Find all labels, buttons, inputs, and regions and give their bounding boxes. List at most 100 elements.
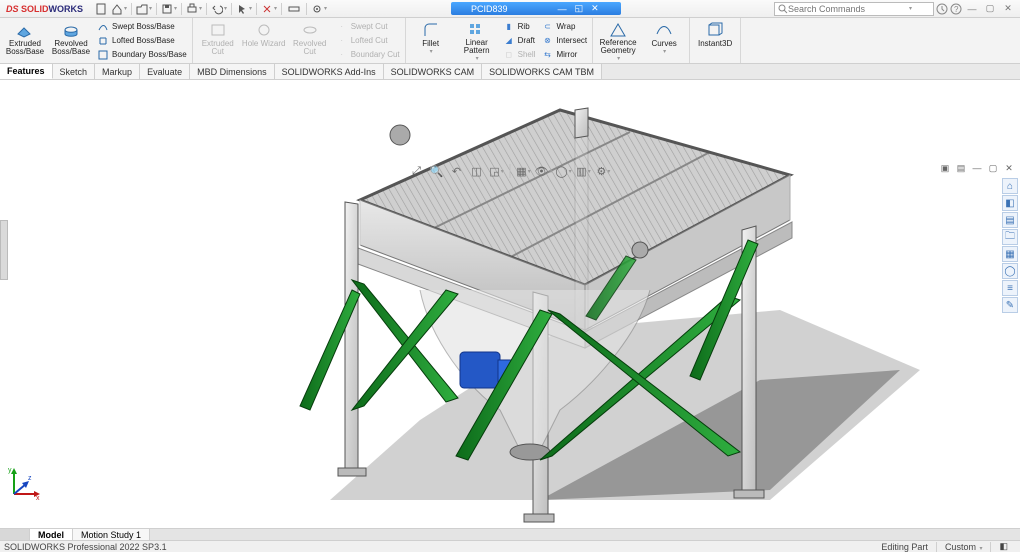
model-tabs: Model Motion Study 1 [0, 528, 1020, 540]
select-icon[interactable]: ▾ [236, 2, 252, 16]
boundary-cut-button[interactable]: ·Boundary Cut [334, 48, 402, 62]
options-icon[interactable] [286, 2, 302, 16]
tab-sketch[interactable]: Sketch [53, 64, 96, 79]
draft-icon: ◢ [503, 35, 515, 47]
swept-cut-button[interactable]: ·Swept Cut [334, 20, 402, 34]
mdi-doc-icon2[interactable]: ▤ [954, 162, 968, 174]
curves-icon [654, 21, 674, 39]
search-input[interactable] [788, 4, 908, 14]
model-tab-scroll[interactable] [0, 529, 30, 540]
loft-icon [97, 35, 109, 47]
tab-features[interactable]: Features [0, 64, 53, 79]
view-settings-icon[interactable]: ⚙▾ [597, 164, 611, 178]
taskpane-forum-icon[interactable]: ✎ [1002, 297, 1018, 313]
print-icon[interactable]: ▾ [186, 2, 202, 16]
help-icon[interactable]: ? [950, 3, 962, 15]
taskpane-appearances-icon[interactable]: ◯ [1002, 263, 1018, 279]
taskpane-resources-icon[interactable]: ◧ [1002, 195, 1018, 211]
title-bar: DS SOLIDWORKS ▾ ▾ ▾ ▾ ▾ ▾ ▾ ▾ PCID839 — … [0, 0, 1020, 18]
shell-button[interactable]: ◻Shell [501, 48, 538, 62]
wrap-button[interactable]: ⊂Wrap [539, 20, 589, 34]
home-icon[interactable]: ▾ [111, 2, 127, 16]
revolved-cut-button[interactable]: Revolved Cut [288, 19, 332, 62]
intersect-icon: ⊗ [541, 35, 553, 47]
view-orient-icon[interactable]: ◲▾ [490, 164, 504, 178]
boundary-boss-button[interactable]: Boundary Boss/Base [95, 48, 189, 62]
curves-button[interactable]: Curves▾ [642, 19, 686, 62]
search-commands[interactable]: ▾ [774, 2, 934, 16]
feature-tree-flyout-handle[interactable] [0, 220, 8, 280]
rebuild-icon[interactable]: ▾ [261, 2, 277, 16]
window-maximize-icon[interactable]: ▢ [982, 2, 998, 16]
open-file-icon[interactable]: ▾ [136, 2, 152, 16]
tab-model[interactable]: Model [30, 529, 73, 540]
document-tab[interactable]: PCID839 — ◱ ✕ [451, 2, 621, 15]
rib-button[interactable]: ▮Rib [501, 20, 538, 34]
lofted-boss-button[interactable]: Lofted Boss/Base [95, 34, 189, 48]
draft-button[interactable]: ◢Draft [501, 34, 538, 48]
taskpane-custom-props-icon[interactable]: ≡ [1002, 280, 1018, 296]
window-close-icon[interactable]: ✕ [1000, 2, 1016, 16]
instant3d-button[interactable]: Instant3D [693, 19, 737, 62]
hole-wizard-button[interactable]: Hole Wizard [242, 19, 286, 62]
taskpane-design-library-icon[interactable]: ▤ [1002, 212, 1018, 228]
extruded-cut-button[interactable]: Extruded Cut [196, 19, 240, 62]
status-units[interactable]: Custom ▾ [937, 542, 992, 552]
rev-cut-icon [300, 21, 320, 39]
instant3d-icon [705, 21, 725, 39]
edit-appearance-icon[interactable]: ◯▾ [557, 164, 571, 178]
tab-mbd[interactable]: MBD Dimensions [190, 64, 275, 79]
linear-pattern-button[interactable]: Linear Pattern▾ [455, 19, 499, 62]
ribbon-group-reference: Reference Geometry▾ Curves▾ [593, 18, 690, 63]
taskpane-home-icon[interactable]: ⌂ [1002, 178, 1018, 194]
tab-motion-study[interactable]: Motion Study 1 [73, 529, 150, 540]
display-style-icon[interactable]: ▦▾ [517, 164, 531, 178]
fillet-button[interactable]: Fillet▾ [409, 19, 453, 62]
settings-gear-icon[interactable]: ▾ [311, 2, 327, 16]
swept-boss-button[interactable]: Swept Boss/Base [95, 20, 189, 34]
mirror-button[interactable]: ⇆Mirror [539, 48, 589, 62]
revolved-boss-button[interactable]: Revolved Boss/Base [49, 19, 93, 62]
hole-icon [254, 21, 274, 39]
tab-markup[interactable]: Markup [95, 64, 140, 79]
mdi-doc-icon[interactable]: ▣ [938, 162, 952, 174]
login-icon[interactable] [936, 3, 948, 15]
mdi-close-icon[interactable]: ✕ [1002, 162, 1016, 174]
status-flyout-icon[interactable]: ◧ [991, 541, 1016, 552]
intersect-button[interactable]: ⊗Intersect [539, 34, 589, 48]
undo-icon[interactable]: ▾ [211, 2, 227, 16]
mdi-maximize-icon[interactable]: ▢ [986, 162, 1000, 174]
taskpane-file-explorer-icon[interactable]: 🗀 [1002, 229, 1018, 245]
zoom-fit-icon[interactable]: ⤢ [410, 164, 424, 178]
window-minimize-icon[interactable]: — [964, 2, 980, 16]
save-icon[interactable]: ▾ [161, 2, 177, 16]
close-doc-icon[interactable]: ✕ [589, 3, 601, 14]
section-view-icon[interactable]: ◫ [470, 164, 484, 178]
task-pane: ⌂ ◧ ▤ 🗀 ▦ ◯ ≡ ✎ [1002, 178, 1018, 313]
hide-show-icon[interactable]: 👁▾ [537, 164, 551, 178]
mdi-minimize-icon[interactable]: — [970, 162, 984, 174]
search-icon [778, 4, 788, 14]
orientation-triad[interactable]: y x z [8, 466, 42, 500]
graphics-viewport[interactable]: ⤢ 🔍 ↶ ◫ ◲▾ ▦▾ 👁▾ ◯▾ ▥▾ ⚙▾ ▣ ▤ — ▢ ✕ ⌂ ◧ … [0, 80, 1020, 530]
tab-addins[interactable]: SOLIDWORKS Add-Ins [275, 64, 384, 79]
new-file-icon[interactable] [93, 2, 109, 16]
tab-cam-tbm[interactable]: SOLIDWORKS CAM TBM [482, 64, 602, 79]
extruded-boss-label: Extruded Boss/Base [3, 40, 47, 56]
zoom-area-icon[interactable]: 🔍 [430, 164, 444, 178]
tab-evaluate[interactable]: Evaluate [140, 64, 190, 79]
lofted-cut-button[interactable]: ·Lofted Cut [334, 34, 402, 48]
restore-doc-icon[interactable]: ◱ [573, 3, 586, 14]
mirror-icon: ⇆ [541, 49, 553, 61]
ribbon-group-instant3d: Instant3D [690, 18, 741, 63]
app-logo: DS SOLIDWORKS [0, 4, 89, 14]
boundary-cut-icon: · [336, 49, 348, 61]
taskpane-view-palette-icon[interactable]: ▦ [1002, 246, 1018, 262]
boundary-icon [97, 49, 109, 61]
apply-scene-icon[interactable]: ▥▾ [577, 164, 591, 178]
tab-cam[interactable]: SOLIDWORKS CAM [384, 64, 483, 79]
minimize-doc-icon[interactable]: — [556, 4, 569, 14]
reference-geometry-button[interactable]: Reference Geometry▾ [596, 19, 640, 62]
prev-view-icon[interactable]: ↶ [450, 164, 464, 178]
extruded-boss-button[interactable]: Extruded Boss/Base [3, 19, 47, 62]
